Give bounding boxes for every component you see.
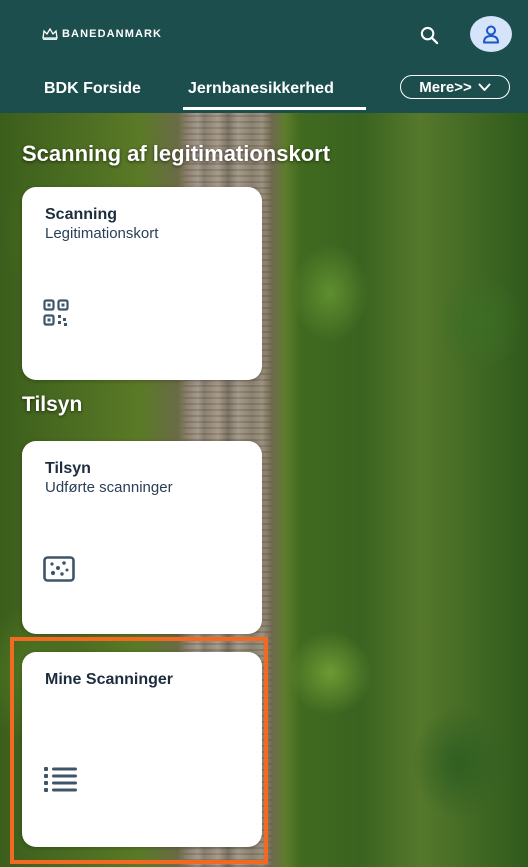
- section-title-tilsyn: Tilsyn: [22, 393, 83, 416]
- chevron-down-icon: [478, 83, 491, 91]
- crown-icon: [42, 28, 58, 40]
- search-icon: [420, 26, 438, 44]
- card-mine-scanninger[interactable]: Mine Scanninger: [22, 652, 262, 847]
- shell-header: BANEDANMARK BDK Forside Jernbanesikkerhe…: [0, 0, 528, 113]
- card-subtitle: Udførte scanninger: [45, 479, 173, 496]
- qr-code-icon: [43, 299, 69, 326]
- user-icon: [483, 25, 499, 44]
- card-title: Tilsyn: [45, 460, 91, 477]
- more-tabs-button[interactable]: Mere>>: [400, 75, 510, 99]
- scatter-chart-icon: [43, 556, 75, 582]
- banedanmark-logo[interactable]: BANEDANMARK: [42, 28, 162, 40]
- tab-bdk-forside[interactable]: BDK Forside: [44, 80, 141, 98]
- section-title-scanning: Scanning af legitimationskort: [22, 141, 331, 166]
- bulleted-list-icon: [44, 767, 77, 792]
- card-title: Scanning: [45, 206, 118, 223]
- selected-tab-indicator: [183, 107, 366, 110]
- more-label: Mere>>: [419, 78, 472, 96]
- card-tilsyn[interactable]: Tilsyn Udførte scanninger: [22, 441, 262, 634]
- card-title: Mine Scanninger: [45, 671, 174, 688]
- card-scanning[interactable]: Scanning Legitimationskort: [22, 187, 262, 380]
- search-button[interactable]: [417, 23, 441, 47]
- card-subtitle: Legitimationskort: [45, 225, 159, 242]
- user-avatar-button[interactable]: [470, 16, 512, 52]
- logo-text: BANEDANMARK: [62, 28, 163, 40]
- tab-jernbanesikkerhed[interactable]: Jernbanesikkerhed: [188, 80, 334, 98]
